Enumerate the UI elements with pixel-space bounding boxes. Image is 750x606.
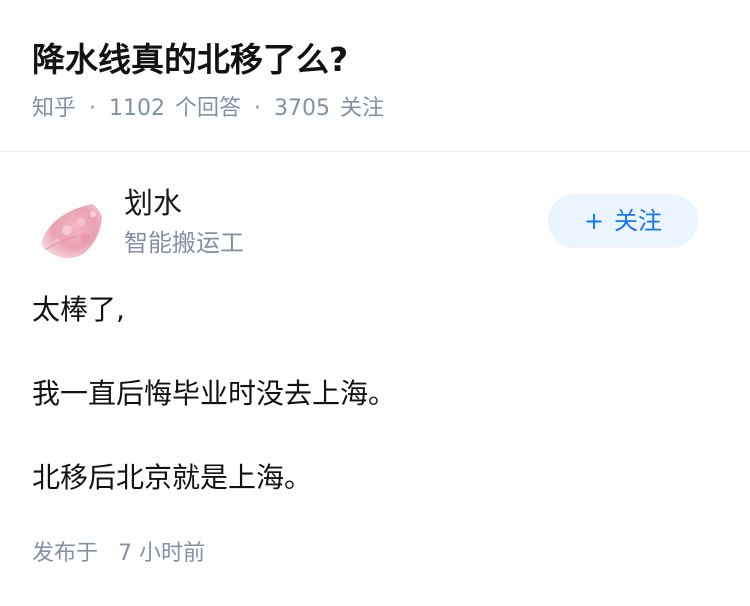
followers-label: 关注 xyxy=(340,96,385,121)
publish-relative-time: 7 小时前 xyxy=(118,541,206,566)
author-avatar[interactable] xyxy=(37,196,105,264)
answer-paragraph: 我一直后悔毕业时没去上海。 xyxy=(32,377,397,410)
question-source: 知乎 xyxy=(32,96,77,121)
author-row: 划水 智能搬运工 + 关注 xyxy=(0,152,750,278)
meta-separator: · xyxy=(254,96,262,121)
follow-button[interactable]: + 关注 xyxy=(548,194,698,248)
question-header: 降水线真的北移了么? 知乎 · 1102 个回答 · 3705 关注 xyxy=(0,0,750,152)
author-name[interactable]: 划水 xyxy=(124,184,182,222)
plus-icon: + xyxy=(583,207,605,235)
author-bio: 智能搬运工 xyxy=(124,229,244,257)
answers-count: 1102 xyxy=(109,96,166,121)
answer-paragraph: 太棒了, xyxy=(32,293,125,326)
meta-separator: · xyxy=(89,96,97,121)
followers-count: 3705 xyxy=(274,96,331,121)
answer-paragraph: 北移后北京就是上海。 xyxy=(32,461,313,494)
publish-label: 发布于 xyxy=(32,541,99,566)
question-title[interactable]: 降水线真的北移了么? xyxy=(32,38,348,82)
question-meta: 知乎 · 1102 个回答 · 3705 关注 xyxy=(32,93,384,125)
answers-label: 个回答 xyxy=(175,96,242,121)
pink-blossom-avatar-icon xyxy=(37,196,105,264)
publish-time: 发布于 7 小时前 xyxy=(32,537,205,571)
follow-button-label: 关注 xyxy=(614,207,663,235)
zhihu-answer-page: 降水线真的北移了么? 知乎 · 1102 个回答 · 3705 关注 划水 智能… xyxy=(0,0,750,606)
